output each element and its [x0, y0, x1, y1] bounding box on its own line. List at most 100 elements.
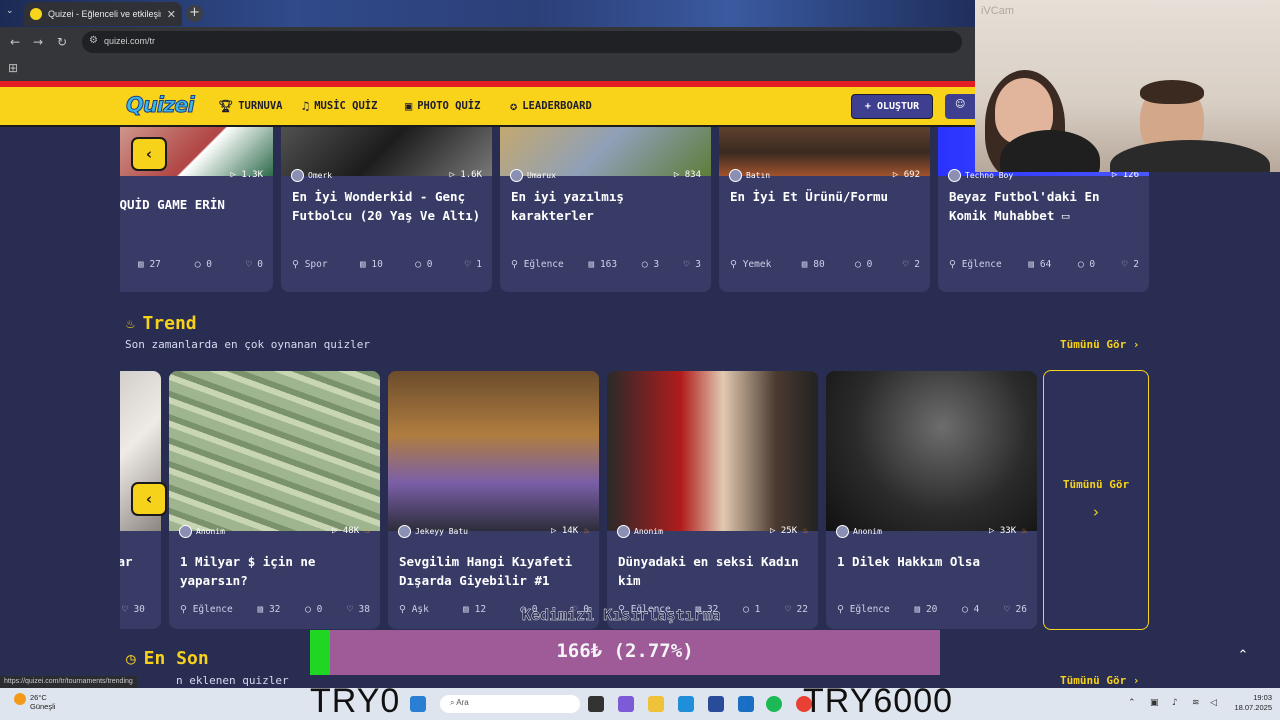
quiz-title[interactable]: En İyi Et Ürünü/Formu — [730, 187, 920, 206]
donation-min-label: TRY0 — [310, 682, 401, 720]
quiz-card[interactable]: Anonim ▷ 25K ♨ Dünyadaki en seksi Kadın … — [607, 371, 818, 629]
tab-search-icon[interactable]: ⌄ — [6, 6, 14, 16]
donation-goal-caption: Kedimizi Kısırlaştırma — [522, 606, 721, 624]
url-text: quizei.com/tr — [104, 36, 156, 46]
see-all-card-label: Tümünü Gör — [1062, 478, 1130, 491]
latest-subtitle: n eklenen quizler — [176, 674, 289, 687]
quiz-author: Anonim — [836, 524, 882, 538]
like-count: ♡ 0 — [245, 259, 263, 270]
edge-icon[interactable] — [678, 696, 694, 712]
chevron-right-icon: › — [1093, 503, 1099, 521]
quiz-thumbnail — [826, 371, 1037, 531]
quiz-card[interactable]: Anonim ▷ 33K ♨ 1 Dilek Hakkım Olsa ⚲ Eğl… — [826, 371, 1037, 629]
nav-leaderboard[interactable]: ✪ LEADERBOARD — [510, 99, 592, 113]
quiz-title[interactable]: 1 Milyar $ için ne yaparsın? — [180, 552, 370, 590]
back-icon[interactable]: ← — [10, 35, 20, 49]
site-info-icon[interactable]: ⚙ — [89, 35, 98, 46]
trend-prev-button[interactable]: ‹ — [131, 482, 167, 516]
windows-start-icon[interactable] — [410, 696, 426, 712]
quiz-title[interactable]: Beyaz Futbol'daki En Komik Muhabbet ▭ — [949, 187, 1139, 225]
tab-title: Quizei - Eğlenceli ve etkileşimli — [48, 9, 161, 19]
latest-see-all-link[interactable]: Tümünü Gör › — [1060, 674, 1139, 687]
quiz-title[interactable]: En İyi Wonderkid - Genç Futbolcu (20 Yaş… — [292, 187, 482, 225]
quiz-title[interactable]: En iyi yazılmış karakterler — [511, 187, 701, 225]
avatar — [291, 168, 304, 182]
comment-count: ◯ 1 — [743, 604, 761, 615]
page-scrollbar[interactable] — [1274, 127, 1280, 687]
quiz-title[interactable]: Dünyadaki en seksi Kadın kim — [618, 552, 808, 590]
taskbar-search-input[interactable]: ⌕ Ara — [440, 695, 580, 713]
reload-icon[interactable]: ↻ — [57, 35, 67, 49]
url-input[interactable]: ⚙ quizei.com/tr — [82, 31, 962, 53]
hot-icon: ♨ — [1021, 526, 1027, 536]
new-tab-button[interactable]: + — [186, 5, 203, 22]
apps-grid-icon[interactable]: ⊞ — [8, 61, 18, 75]
site-navbar: Quizei 🏆︎ TURNUVA ♫ MUSİC QUİZ ▣ PHOTO Q… — [0, 87, 985, 127]
play-count: ▷ 33K ♨ — [989, 526, 1027, 536]
browser-tabbar: ⌄ Quizei - Eğlenceli ve etkileşimli ✕ + — [0, 0, 975, 27]
spotify-icon[interactable] — [766, 696, 782, 712]
latest-title: En Son — [143, 648, 209, 669]
quiz-card[interactable]: Anonim ▷ 48K ♨ 1 Milyar $ için ne yapars… — [169, 371, 380, 629]
trend-see-all-link[interactable]: Tümünü Gör › — [1060, 338, 1139, 351]
file-explorer-icon[interactable] — [648, 696, 664, 712]
like-count: ♡ 3 — [683, 259, 701, 270]
store-icon[interactable] — [708, 696, 724, 712]
donation-amount: 166₺ (2.77%) — [556, 640, 694, 662]
play-count: ▷ 692 — [892, 170, 920, 180]
volume-icon[interactable]: ◁ — [1210, 698, 1217, 708]
category-label: ⚲ Yemek — [730, 259, 772, 270]
tray-app-icon[interactable]: ▣ — [1150, 698, 1159, 708]
quiz-card[interactable]: Jekeyy Batu ▷ 14K ♨ Sevgilim Hangi Kıyaf… — [388, 371, 599, 629]
task-view-icon[interactable] — [588, 696, 604, 712]
windows-taskbar: 26°C Güneşli ⌕ Ara ⌃ ▣ ♪ ≋ ◁ 19:03 18.07… — [0, 688, 1280, 720]
quiz-title[interactable]: SQUİD GAME ERİN — [120, 195, 263, 214]
category-label: ⚲ Eğlence — [511, 259, 564, 270]
quiz-stats: ⚲ Eğlence ▨ 32 ◯ 0 ♡ 38 — [180, 604, 370, 615]
webcam-watermark: iVCam — [981, 5, 1015, 17]
quiz-title[interactable]: Sevgilim Hangi Kıyafeti Dışarda Giyebili… — [399, 552, 589, 590]
flame-icon: ♨ — [126, 315, 135, 332]
comment-count: ◯ 4 — [962, 604, 980, 615]
question-count: ▨ 20 — [914, 604, 938, 615]
quiz-stats: ⚲ Spor ▨ 10 ◯ 0 ♡ 1 — [292, 259, 482, 270]
avatar — [510, 168, 523, 182]
quiz-stats: ♡ 30 — [122, 604, 151, 615]
taskbar-clock[interactable]: 19:03 18.07.2025 — [1234, 693, 1272, 713]
nav-tournament[interactable]: 🏆︎ TURNUVA — [218, 99, 283, 113]
site-logo[interactable]: Quizei — [126, 93, 196, 118]
weather-widget[interactable]: 26°C Güneşli — [14, 693, 55, 711]
quiz-title[interactable]: lar — [120, 552, 151, 571]
quiz-card[interactable]: Umarux ▷ 834 En iyi yazılmış karakterler… — [500, 127, 711, 292]
browser-tab[interactable]: Quizei - Eğlenceli ve etkileşimli ✕ — [24, 2, 182, 26]
camera-icon: ▣ — [405, 99, 413, 113]
clock-time: 19:03 — [1253, 693, 1272, 702]
clock-date: 18.07.2025 — [1234, 703, 1272, 712]
close-tab-icon[interactable]: ✕ — [167, 8, 176, 21]
nav-tournament-label: TURNUVA — [238, 100, 283, 112]
nav-music-quiz[interactable]: ♫ MUSİC QUİZ — [302, 99, 377, 113]
quiz-card[interactable]: Omerk ▷ 1.6K En İyi Wonderkid - Genç Fut… — [281, 127, 492, 292]
webcam-overlay: iVCam — [975, 0, 1280, 172]
outlook-icon[interactable] — [738, 696, 754, 712]
quiz-card[interactable]: Batın ▷ 692 En İyi Et Ürünü/Formu ⚲ Yeme… — [719, 127, 930, 292]
nav-photo-quiz[interactable]: ▣ PHOTO QUİZ — [405, 99, 480, 113]
create-button[interactable]: + OLUŞTUR — [851, 94, 933, 119]
quiz-meta: Omerk ▷ 1.6K — [281, 164, 492, 186]
category-label: ⚲ Eğlence — [949, 259, 1002, 270]
question-count: ▨ 64 — [1028, 259, 1052, 270]
quiz-title[interactable]: 1 Dilek Hakkım Olsa — [837, 552, 1027, 571]
address-bar-row: ← → ↻ ⚙ quizei.com/tr — [0, 27, 975, 57]
copilot-icon[interactable] — [618, 696, 634, 712]
trend-see-all-card[interactable]: Tümünü Gör › — [1043, 370, 1149, 630]
tray-chevron-icon[interactable]: ⌃ — [1128, 698, 1136, 708]
mic-icon[interactable]: ♪ — [1172, 698, 1178, 708]
forward-icon[interactable]: → — [33, 35, 43, 49]
scroll-to-top-button[interactable]: ⌃ — [1230, 645, 1256, 669]
carousel-prev-button[interactable]: ‹ — [131, 137, 167, 171]
sun-icon — [14, 693, 26, 705]
trend-subtitle: Son zamanlarda en çok oynanan quizler — [125, 338, 371, 351]
wifi-icon[interactable]: ≋ — [1192, 698, 1200, 708]
avatar — [179, 524, 192, 538]
clock-icon: ◷ — [126, 649, 136, 668]
